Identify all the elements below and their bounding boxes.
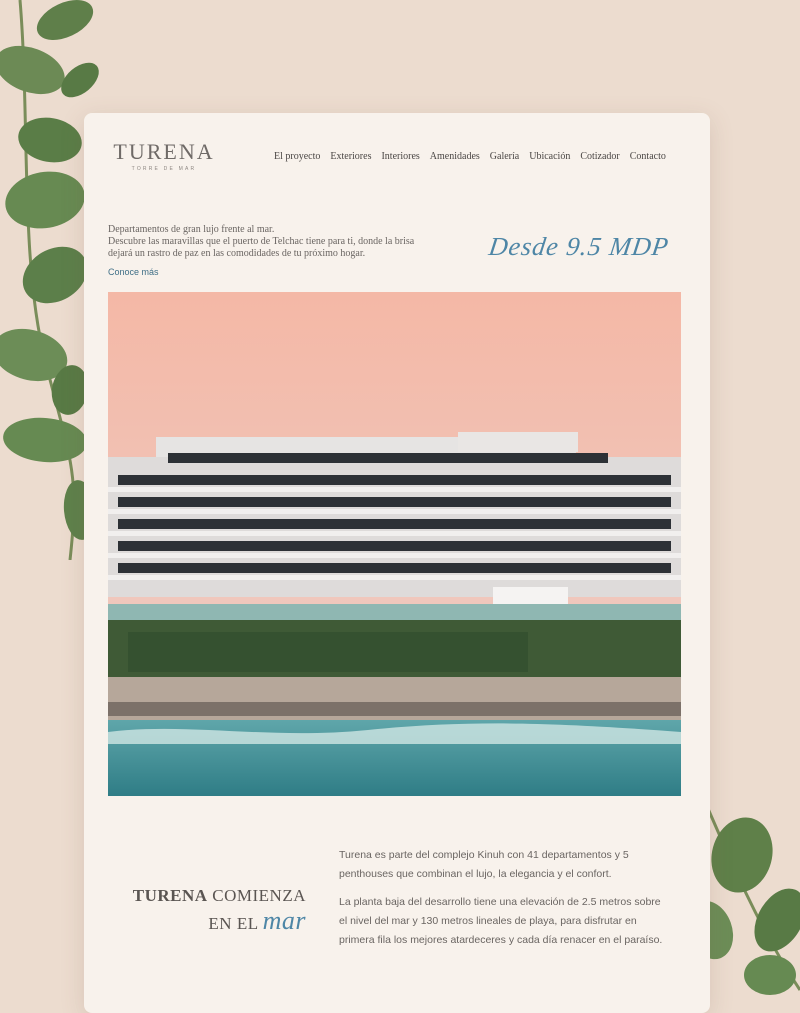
heading-rest: COMIENZA bbox=[207, 886, 306, 905]
nav-interiores[interactable]: Interiores bbox=[381, 151, 419, 162]
section-heading: TURENA COMIENZA EN EL mar bbox=[124, 886, 306, 936]
section-paragraph-2: La planta baja del desarrollo tiene una … bbox=[339, 896, 663, 946]
hero-description: Departamentos de gran lujo frente al mar… bbox=[108, 224, 458, 260]
learn-more-link[interactable]: Conoce más bbox=[108, 267, 159, 277]
hero-line-3: dejará un rastro de paz en las comodidad… bbox=[108, 248, 366, 259]
heading-en-el: EN EL bbox=[208, 914, 259, 933]
heading-accent: mar bbox=[262, 906, 306, 935]
nav-el-proyecto[interactable]: El proyecto bbox=[274, 151, 320, 162]
nav-contacto[interactable]: Contacto bbox=[630, 151, 666, 162]
brand-name: TURENA bbox=[113, 139, 215, 164]
hero-building-photo bbox=[108, 292, 681, 796]
section-heading-line-1: TURENA COMIENZA bbox=[124, 886, 306, 906]
nav-amenidades[interactable]: Amenidades bbox=[430, 151, 480, 162]
hero-line-1: Departamentos de gran lujo frente al mar… bbox=[108, 224, 275, 235]
heading-brand: TURENA bbox=[132, 886, 208, 905]
nav-ubicacion[interactable]: Ubicación bbox=[529, 151, 570, 162]
section-heading-line-2: EN EL mar bbox=[124, 906, 306, 936]
brand-tagline: TORRE DE MAR bbox=[131, 166, 197, 172]
brand-logo[interactable]: TURENA TORRE DE MAR bbox=[108, 139, 220, 173]
hero-line-2: Descubre las maravillas que el puerto de… bbox=[108, 236, 415, 247]
main-navigation: El proyecto Exteriores Interiores Amenid… bbox=[274, 151, 666, 162]
section-paragraph-1: Turena es parte del complejo Kinuh con 4… bbox=[339, 849, 629, 880]
nav-exteriores[interactable]: Exteriores bbox=[330, 151, 371, 162]
landing-card: TURENA TORRE DE MAR El proyecto Exterior… bbox=[84, 113, 710, 1013]
nav-galeria[interactable]: Galería bbox=[490, 151, 519, 162]
section-description: Turena es parte del complejo Kinuh con 4… bbox=[339, 846, 669, 959]
price-tag: Desde 9.5 MDP bbox=[487, 232, 671, 261]
nav-cotizador[interactable]: Cotizador bbox=[580, 151, 619, 162]
